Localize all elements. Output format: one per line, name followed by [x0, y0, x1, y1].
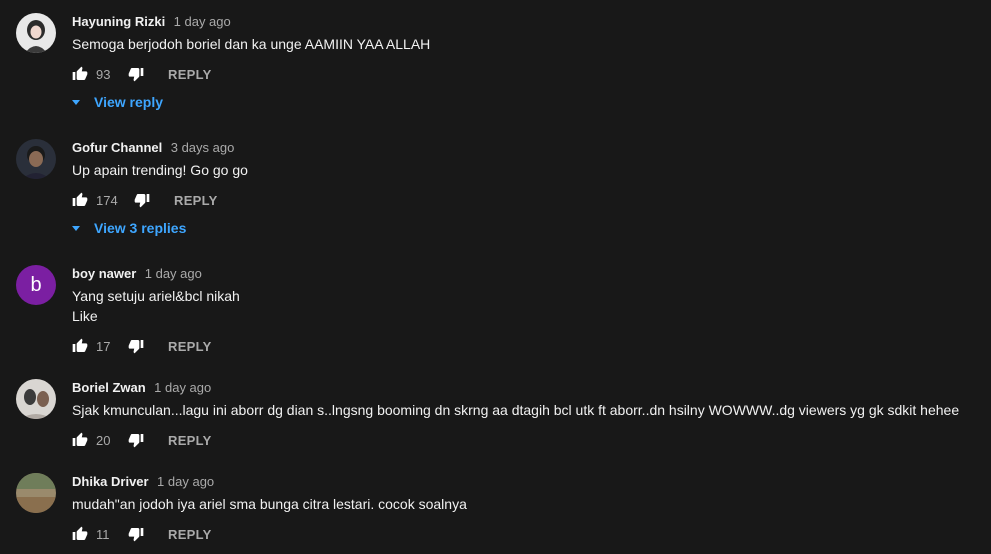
comment-actions: 20 REPLY — [72, 430, 212, 450]
like-icon[interactable] — [72, 432, 88, 448]
dislike-icon[interactable] — [128, 66, 144, 82]
like-icon[interactable] — [72, 192, 88, 208]
avatar[interactable] — [16, 139, 56, 179]
author-name[interactable]: boy nawer — [72, 266, 136, 281]
like-icon[interactable] — [72, 526, 88, 542]
comment-time[interactable]: 3 days ago — [171, 140, 235, 155]
like-count: 17 — [96, 338, 111, 354]
comment-text-line: Like — [72, 308, 98, 324]
dislike-icon[interactable] — [134, 192, 150, 208]
comment-header: Boriel Zwan 1 day ago — [72, 379, 211, 397]
like-count: 20 — [96, 432, 111, 448]
comment-header: boy nawer 1 day ago — [72, 265, 202, 283]
comment-actions: 93 REPLY — [72, 64, 212, 84]
author-name[interactable]: Gofur Channel — [72, 140, 162, 155]
comment-time[interactable]: 1 day ago — [145, 266, 202, 281]
author-name[interactable]: Boriel Zwan — [72, 380, 146, 395]
avatar[interactable] — [16, 13, 56, 53]
like-count: 174 — [96, 192, 118, 208]
comment-time[interactable]: 1 day ago — [157, 474, 214, 489]
comment-text: mudah"an jodoh iya ariel sma bunga citra… — [72, 494, 467, 514]
comment-header: Hayuning Rizki 1 day ago — [72, 13, 231, 31]
comment-text-line: Semoga berjodoh boriel dan ka unge AAMII… — [72, 36, 431, 52]
avatar-letter: b — [30, 273, 42, 296]
dislike-icon[interactable] — [128, 526, 144, 542]
reply-button[interactable]: REPLY — [168, 433, 212, 448]
like-count: 11 — [96, 526, 110, 542]
comment-text-line: mudah"an jodoh iya ariel sma bunga citra… — [72, 496, 467, 512]
reply-button[interactable]: REPLY — [174, 193, 218, 208]
view-replies-button[interactable]: View 3 replies — [72, 218, 186, 238]
view-replies-button[interactable]: View reply — [72, 92, 163, 112]
reply-button[interactable]: REPLY — [168, 67, 212, 82]
comment-actions: 11 REPLY — [72, 524, 212, 544]
author-name[interactable]: Hayuning Rizki — [72, 14, 165, 29]
comment-actions: 17 REPLY — [72, 336, 212, 356]
avatar[interactable] — [16, 379, 56, 419]
like-icon[interactable] — [72, 338, 88, 354]
comment-header: Dhika Driver 1 day ago — [72, 473, 214, 491]
comment-text: Up apain trending! Go go go — [72, 160, 248, 180]
comment-text: Semoga berjodoh boriel dan ka unge AAMII… — [72, 34, 430, 54]
comment-text-line: Yang setuju ariel&bcl nikah — [72, 288, 240, 304]
caret-down-icon — [72, 225, 80, 231]
like-count: 93 — [96, 66, 111, 82]
comment-actions: 174 REPLY — [72, 190, 218, 210]
dislike-icon[interactable] — [128, 432, 144, 448]
comment-time[interactable]: 1 day ago — [174, 14, 231, 29]
author-name[interactable]: Dhika Driver — [72, 474, 149, 489]
comment-text: Sjak kmunculan...lagu ini aborr dg dian … — [72, 400, 959, 420]
dislike-icon[interactable] — [128, 338, 144, 354]
view-replies-label: View reply — [94, 94, 164, 110]
avatar[interactable]: b — [16, 265, 56, 305]
reply-button[interactable]: REPLY — [168, 527, 212, 542]
comment-text-line: Sjak kmunculan...lagu ini aborr dg dian … — [72, 402, 960, 418]
caret-down-icon — [72, 99, 80, 105]
comment-text: Yang setuju ariel&bcl nikah Like — [72, 286, 240, 326]
comment-text-line: Up apain trending! Go go go — [72, 162, 248, 178]
like-icon[interactable] — [72, 66, 88, 82]
reply-button[interactable]: REPLY — [168, 339, 212, 354]
comment-header: Gofur Channel 3 days ago — [72, 139, 234, 157]
avatar[interactable] — [16, 473, 56, 513]
comment-time[interactable]: 1 day ago — [154, 380, 211, 395]
view-replies-label: View 3 replies — [94, 220, 187, 236]
